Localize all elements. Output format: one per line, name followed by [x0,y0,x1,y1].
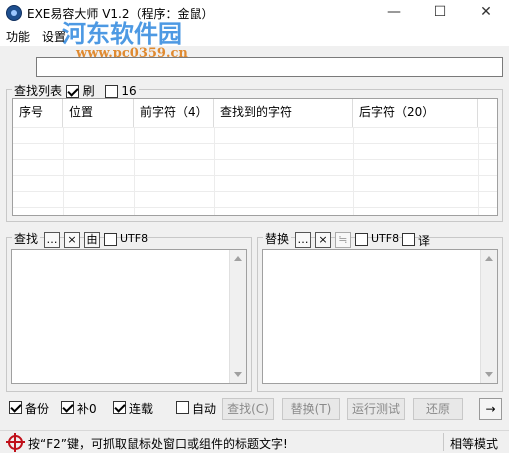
match-mode-label[interactable]: 相等模式 [450,435,498,452]
continuous-label: 连载 [129,402,154,416]
backup-checkbox[interactable] [9,401,22,414]
table-row [13,127,497,128]
backup-label: 备份 [25,402,50,416]
continuous-checkbox[interactable] [113,401,126,414]
arrow-right-button[interactable]: → [479,398,502,420]
table-row [13,175,497,176]
auto-checkbox[interactable] [176,401,189,414]
replace-label: 替换 [263,230,292,247]
scroll-up-icon[interactable] [234,256,242,261]
status-bar: 按“F2”键，可抓取鼠标处窗口或组件的标题文字! 相等模式 [0,430,509,453]
restore-button[interactable]: 还原 [413,398,463,420]
column-divider [478,127,479,215]
refresh-label: 刷 [82,84,95,98]
column-header-position[interactable]: 位置 [63,99,134,127]
replace-clear-button[interactable]: × [315,232,331,248]
crosshair-icon[interactable] [6,433,25,452]
replace-utf8-label: UTF8 [371,232,400,245]
find-utf8-checkbox[interactable] [104,233,117,246]
column-divider [63,127,64,215]
find-button[interactable]: 查找(C) [222,398,274,420]
column-divider [134,127,135,215]
scroll-down-icon[interactable] [485,372,493,377]
column-header-suffix[interactable]: 后字符（20） [353,99,478,127]
column-header-index[interactable]: 序号 [13,99,63,127]
table-row [13,191,497,192]
search-list-label: 查找列表 刷 16 [12,82,139,99]
find-label: 查找 [12,230,41,247]
minimize-icon[interactable]: — [371,0,417,26]
scroll-up-icon[interactable] [485,256,493,261]
status-message: 按“F2”键，可抓取鼠标处窗口或组件的标题文字! [28,437,288,451]
hex16-checkbox[interactable] [104,85,118,98]
swap-button[interactable]: ≒ [335,232,351,248]
translate-label: 译 [418,234,431,248]
column-header-found[interactable]: 查找到的字符 [214,99,353,127]
test-run-button[interactable]: 运行测试 [347,398,405,420]
close-icon[interactable]: ✕ [463,0,509,26]
status-divider [443,433,444,451]
find-from-button[interactable]: 由 [84,232,100,248]
refresh-checkbox[interactable] [65,85,79,98]
replace-scrollbar[interactable] [480,250,497,383]
auto-label: 自动 [192,402,217,416]
search-results-table[interactable]: 序号 位置 前字符（4） 查找到的字符 后字符（20） [12,98,498,216]
find-scrollbar[interactable] [229,250,246,383]
replace-button[interactable]: 替换(T) [282,398,340,420]
hex16-label: 16 [121,84,137,98]
find-utf8-label: UTF8 [120,232,149,245]
table-row [13,207,497,208]
menu-item-function[interactable]: 功能 [6,28,30,45]
column-divider [214,127,215,215]
watermark-logo: 河东软件园 [62,19,182,48]
pad-zero-label: 补0 [77,402,97,416]
column-header-prefix[interactable]: 前字符（4） [134,99,214,127]
pad-zero-checkbox[interactable] [61,401,74,414]
find-text-area[interactable] [11,249,247,384]
program-path-input[interactable] [36,57,503,77]
table-row [13,143,497,144]
table-row [13,159,497,160]
app-icon [6,5,22,21]
maximize-icon[interactable]: ☐ [417,0,463,26]
replace-utf8-checkbox[interactable] [355,233,368,246]
scroll-down-icon[interactable] [234,372,242,377]
translate-checkbox[interactable] [402,233,415,246]
replace-more-button[interactable]: … [295,232,311,248]
find-more-button[interactable]: … [44,232,60,248]
column-divider [353,127,354,215]
search-list-title: 查找列表 [14,84,63,98]
find-clear-button[interactable]: × [64,232,80,248]
replace-text-area[interactable] [262,249,498,384]
